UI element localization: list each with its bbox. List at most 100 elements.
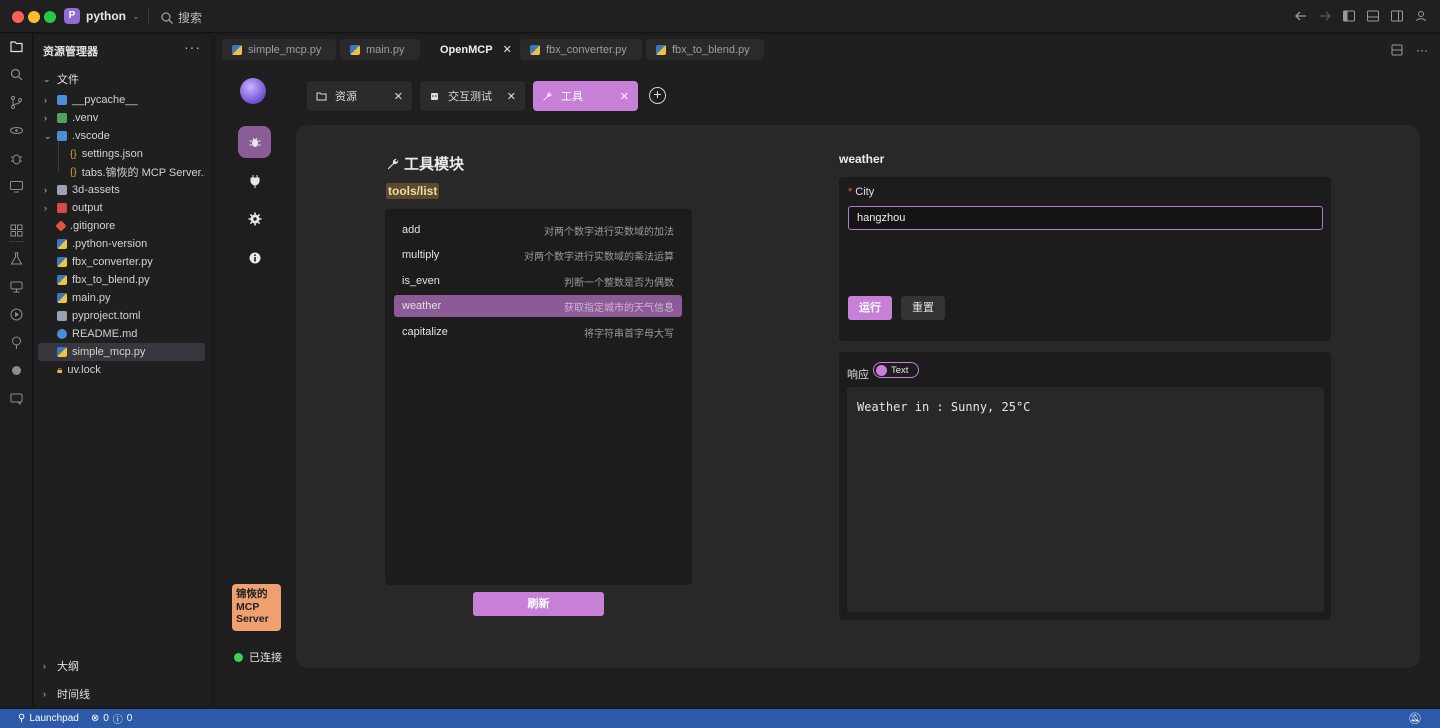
tool-item-multiply[interactable]: multiply 对两个数字进行实数域的乘法运算 bbox=[394, 244, 682, 266]
tree-item-label: .python-version bbox=[72, 238, 148, 250]
info-icon bbox=[57, 329, 67, 339]
explorer-icon[interactable] bbox=[9, 39, 24, 54]
extensions-icon[interactable] bbox=[9, 223, 24, 238]
settings-nav-button[interactable] bbox=[238, 203, 271, 235]
toggle-panel-icon[interactable] bbox=[1366, 9, 1380, 23]
tree-item-vscode[interactable]: ⌄ .vscode bbox=[38, 127, 205, 145]
debug-nav-button[interactable] bbox=[238, 126, 271, 158]
more-actions-icon[interactable]: ··· bbox=[184, 39, 201, 55]
run-icon[interactable] bbox=[9, 307, 24, 322]
tool-description: 判断一个整数是否为偶数 bbox=[564, 277, 674, 289]
tab-label: OpenMCP bbox=[440, 43, 493, 56]
tree-item-label: .venv bbox=[72, 112, 99, 124]
git-icon bbox=[55, 220, 67, 232]
tree-item-fbx-converter[interactable]: fbx_converter.py bbox=[38, 253, 205, 271]
files-section-header[interactable]: ⌄ 文件 bbox=[43, 71, 79, 87]
chat-icon[interactable] bbox=[9, 391, 24, 406]
forward-arrow-icon[interactable] bbox=[1318, 9, 1332, 23]
connection-nav-button[interactable] bbox=[238, 165, 271, 197]
split-editor-icon[interactable] bbox=[1390, 43, 1404, 57]
close-window-button[interactable] bbox=[12, 11, 24, 23]
outline-section-header[interactable]: › 大纲 bbox=[43, 658, 79, 674]
response-mode-toggle[interactable]: Text bbox=[873, 362, 919, 378]
monitor-icon[interactable] bbox=[9, 179, 24, 194]
tree-item-pyproject[interactable]: pyproject.toml bbox=[38, 307, 205, 325]
minimize-window-button[interactable] bbox=[28, 11, 40, 23]
chevron-right-icon: › bbox=[44, 95, 47, 105]
add-tab-button[interactable]: + bbox=[649, 87, 666, 104]
close-icon[interactable]: ✕ bbox=[503, 43, 512, 56]
tab-main-py[interactable]: main.py bbox=[340, 39, 420, 60]
tree-item-readme[interactable]: README.md bbox=[38, 325, 205, 343]
plug-icon bbox=[250, 175, 259, 188]
search-icon[interactable] bbox=[9, 67, 24, 82]
tools-workspace: 工具模块 tools/list add 对两个数字进行实数域的加法 multip… bbox=[296, 125, 1420, 668]
tab-resources[interactable]: 资源 ✕ bbox=[307, 81, 412, 111]
remote-explorer-icon[interactable] bbox=[9, 279, 24, 294]
source-control-icon[interactable] bbox=[9, 95, 24, 110]
problems-status[interactable]: ⊗ 0 ⓘ 0 bbox=[91, 711, 133, 726]
tree-item-settings-json[interactable]: {} settings.json bbox=[38, 145, 205, 163]
tool-item-capitalize[interactable]: capitalize 将字符串首字母大写 bbox=[394, 321, 682, 343]
accounts-icon[interactable] bbox=[1414, 9, 1428, 23]
close-icon[interactable]: ✕ bbox=[620, 90, 629, 103]
wrench-icon bbox=[543, 91, 552, 101]
reset-button[interactable]: 重置 bbox=[901, 296, 945, 320]
toggle-sidebar-icon[interactable] bbox=[1342, 9, 1356, 23]
project-badge: P bbox=[64, 8, 80, 24]
debug-icon[interactable] bbox=[9, 151, 24, 166]
tool-item-weather[interactable]: weather 获取指定城市的天气信息 bbox=[394, 295, 682, 317]
tree-item-tabs-json[interactable]: {} tabs.锦恢的 MCP Server... bbox=[38, 163, 205, 181]
tree-item-main-py[interactable]: main.py bbox=[38, 289, 205, 307]
tab-fbx-to-blend[interactable]: fbx_to_blend.py bbox=[646, 39, 764, 60]
folder-icon bbox=[57, 95, 67, 105]
openmcp-icon[interactable] bbox=[9, 363, 24, 378]
tab-fbx-converter[interactable]: fbx_converter.py bbox=[520, 39, 642, 60]
command-search[interactable]: 搜索 bbox=[160, 9, 202, 26]
more-actions-icon[interactable]: ··· bbox=[1416, 43, 1428, 57]
notifications-muted-icon[interactable]: 🔕︎ bbox=[1408, 712, 1422, 725]
about-nav-button[interactable] bbox=[238, 242, 271, 274]
city-input[interactable] bbox=[848, 206, 1323, 230]
tree-item-python-version[interactable]: .python-version bbox=[38, 235, 205, 253]
close-icon[interactable]: ✕ bbox=[394, 90, 403, 103]
tree-item-fbx-to-blend[interactable]: fbx_to_blend.py bbox=[38, 271, 205, 289]
toggle-secondary-sidebar-icon[interactable] bbox=[1390, 9, 1404, 23]
timeline-section-header[interactable]: › 时间线 bbox=[43, 686, 90, 702]
back-arrow-icon[interactable] bbox=[1294, 9, 1308, 23]
openmcp-panel: 锦恢的 MCP Server 已连接 资源 ✕ 交互测试 ✕ 工具 ✕ + 工具… bbox=[216, 64, 1440, 707]
tab-label: fbx_converter.py bbox=[546, 43, 627, 56]
project-switcher[interactable]: P python ⌄ bbox=[64, 8, 140, 24]
python-icon bbox=[57, 239, 67, 249]
chevron-right-icon: › bbox=[43, 661, 46, 671]
testing-icon[interactable] bbox=[9, 251, 24, 266]
tree-item-simple-mcp[interactable]: simple_mcp.py bbox=[38, 343, 205, 361]
server-name-badge: 锦恢的 MCP Server bbox=[232, 584, 281, 631]
tree-item-gitignore[interactable]: .gitignore bbox=[38, 217, 205, 235]
tree-item-uv-lock[interactable]: 🔒︎ uv.lock bbox=[38, 361, 205, 379]
tree-item-output[interactable]: › output bbox=[38, 199, 205, 217]
tree-item-venv[interactable]: › .venv bbox=[38, 109, 205, 127]
gear-icon bbox=[248, 212, 261, 226]
response-panel: 响应 Text Weather in : Sunny, 25°C bbox=[839, 352, 1331, 620]
tool-item-add[interactable]: add 对两个数字进行实数域的加法 bbox=[394, 219, 682, 241]
tree-icon[interactable] bbox=[9, 335, 24, 350]
error-icon: ⊗ bbox=[90, 713, 100, 724]
maximize-window-button[interactable] bbox=[44, 11, 56, 23]
tab-label: simple_mcp.py bbox=[248, 43, 322, 56]
tab-interactive-test[interactable]: 交互测试 ✕ bbox=[420, 81, 525, 111]
connection-status-label: 已连接 bbox=[249, 652, 282, 664]
tool-item-is-even[interactable]: is_even 判断一个整数是否为偶数 bbox=[394, 270, 682, 292]
python-icon bbox=[57, 293, 67, 303]
tab-openmcp[interactable]: OpenMCP ✕ bbox=[424, 39, 518, 60]
tree-item-3d-assets[interactable]: › 3d-assets bbox=[38, 181, 205, 199]
run-button[interactable]: 运行 bbox=[848, 296, 892, 320]
launchpad-status[interactable]: ⚲ Launchpad bbox=[18, 713, 79, 724]
tab-tools[interactable]: 工具 ✕ bbox=[533, 81, 638, 111]
tree-item-label: .vscode bbox=[72, 130, 110, 142]
tab-simple-mcp[interactable]: simple_mcp.py bbox=[222, 39, 336, 60]
refresh-button[interactable]: 刷新 bbox=[473, 592, 604, 616]
remote-icon[interactable] bbox=[9, 123, 24, 138]
tree-item-pycache[interactable]: › __pycache__ bbox=[38, 91, 205, 109]
close-icon[interactable]: ✕ bbox=[507, 90, 516, 103]
